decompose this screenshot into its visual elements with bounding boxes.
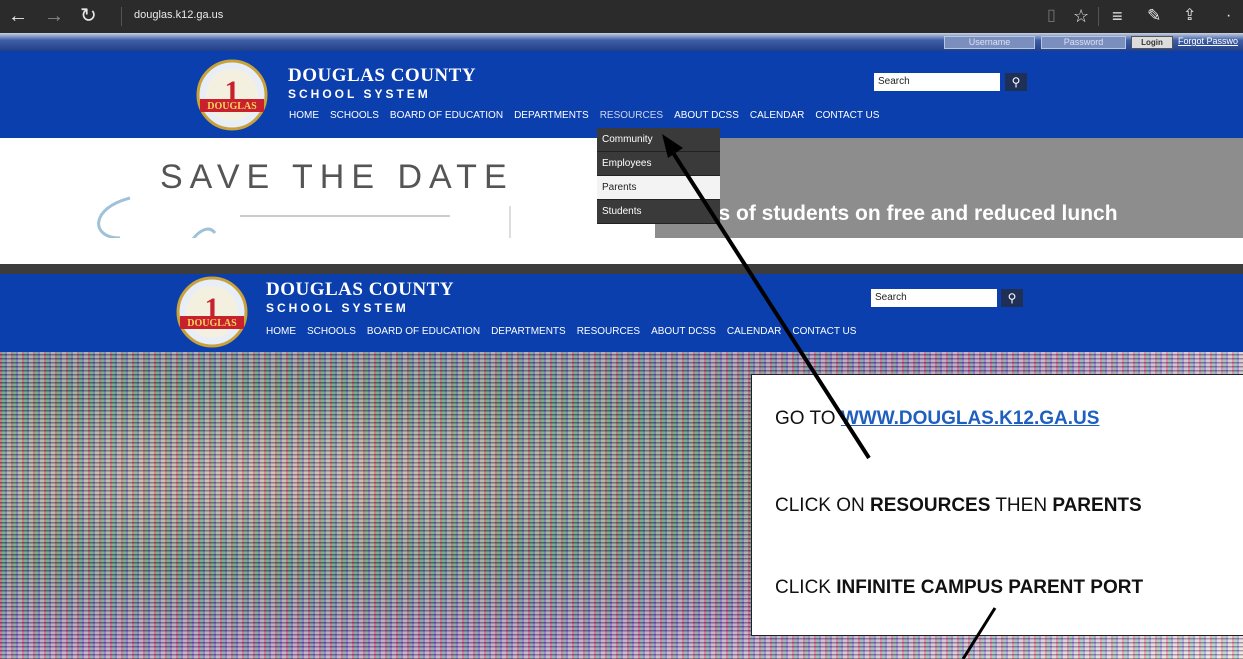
browser-toolbar: ← → ↻ douglas.k12.ga.us ▯ ☆ ≡ ✎ ⇪ ·	[0, 0, 1243, 33]
dropdown-item-students[interactable]: Students	[597, 200, 720, 224]
nav-home-2[interactable]: HOME	[266, 326, 296, 337]
district-logo[interactable]: 1 DOUGLAS	[196, 59, 268, 131]
search-icon[interactable]: ⚲	[1005, 73, 1027, 91]
logo-text: DOUGLAS	[207, 101, 257, 112]
login-button[interactable]: Login	[1131, 36, 1173, 49]
nav-resources-2[interactable]: RESOURCES	[577, 326, 640, 337]
nav-board-of-education-2[interactable]: BOARD OF EDUCATION	[367, 326, 480, 337]
nav-schools[interactable]: SCHOOLS	[330, 110, 379, 121]
district-logo-2[interactable]: 1 DOUGLAS	[176, 276, 248, 348]
logo-text-2: DOUGLAS	[187, 318, 237, 329]
instruction-step-3: CLICK INFINITE CAMPUS PARENT PORT	[775, 577, 1143, 599]
announcement-text: ents of students on free and reduced lun…	[687, 202, 1118, 225]
step-2-parents: PARENTS	[1052, 495, 1142, 516]
hub-icon[interactable]: ≡	[1112, 4, 1123, 28]
resources-dropdown: Community Employees Parents Students	[597, 128, 720, 224]
nav-departments-2[interactable]: DEPARTMENTS	[491, 326, 566, 337]
forward-arrow-icon[interactable]: →	[44, 4, 64, 28]
instructions-callout: GO TO WWW.DOUGLAS.K12.GA.US CLICK ON RES…	[751, 374, 1243, 636]
password-field[interactable]: Password	[1041, 36, 1126, 49]
step-3-prefix: CLICK	[775, 577, 837, 598]
step-2-then: THEN	[990, 495, 1053, 516]
hero-announcement-panel: ents of students on free and reduced lun…	[655, 138, 1243, 238]
step-2-prefix: CLICK ON	[775, 495, 871, 516]
brand-subtitle-2: SCHOOL SYSTEM	[266, 301, 409, 315]
nav-calendar-2[interactable]: CALENDAR	[727, 326, 781, 337]
refresh-icon[interactable]: ↻	[80, 4, 97, 28]
toolbar-separator	[1098, 7, 1099, 26]
step-2-resources: RESOURCES	[870, 495, 991, 516]
share-icon[interactable]: ⇪	[1183, 4, 1196, 28]
main-nav: HOME SCHOOLS BOARD OF EDUCATION DEPARTME…	[289, 110, 879, 121]
address-bar[interactable]: douglas.k12.ga.us	[134, 9, 223, 21]
site-header: 1 DOUGLAS DOUGLAS COUNTY SCHOOL SYSTEM H…	[0, 51, 1243, 138]
step-3-portal: INFINITE CAMPUS PARENT PORT	[836, 577, 1144, 598]
hero-save-the-date: SAVE THE DATE	[0, 138, 655, 238]
instruction-step-2: CLICK ON RESOURCES THEN PARENTS	[775, 495, 1142, 517]
second-screenshot-strip	[0, 264, 1243, 274]
instruction-step-1: GO TO WWW.DOUGLAS.K12.GA.US	[775, 408, 1099, 430]
nav-resources[interactable]: RESOURCES	[600, 110, 663, 121]
nav-departments[interactable]: DEPARTMENTS	[514, 110, 589, 121]
brand-title: DOUGLAS COUNTY	[288, 65, 477, 86]
login-strip: Username Password Login Forgot Passwo	[0, 33, 1243, 51]
search-icon-2[interactable]: ⚲	[1001, 289, 1023, 307]
nav-about-dcss-2[interactable]: ABOUT DCSS	[651, 326, 716, 337]
dropdown-item-parents[interactable]: Parents	[597, 176, 720, 200]
nav-about-dcss[interactable]: ABOUT DCSS	[674, 110, 739, 121]
search-input[interactable]: Search	[874, 73, 1000, 91]
site-header-2: 1 DOUGLAS DOUGLAS COUNTY SCHOOL SYSTEM H…	[0, 274, 1243, 352]
nav-contact-us-2[interactable]: CONTACT US	[792, 326, 856, 337]
step-1-prefix: GO TO	[775, 408, 841, 429]
nav-home[interactable]: HOME	[289, 110, 319, 121]
screenshot-gap	[0, 238, 1243, 264]
web-note-icon[interactable]: ✎	[1147, 4, 1161, 28]
address-separator	[121, 7, 122, 26]
favorite-star-icon[interactable]: ☆	[1073, 4, 1089, 28]
nav-board-of-education[interactable]: BOARD OF EDUCATION	[390, 110, 503, 121]
nav-contact-us[interactable]: CONTACT US	[815, 110, 879, 121]
reading-view-icon[interactable]: ▯	[1047, 4, 1056, 28]
nav-calendar[interactable]: CALENDAR	[750, 110, 804, 121]
brand-title-2: DOUGLAS COUNTY	[266, 279, 455, 300]
search-input-2[interactable]: Search	[871, 289, 997, 307]
dropdown-item-employees[interactable]: Employees	[597, 152, 720, 176]
username-field[interactable]: Username	[944, 36, 1035, 49]
dropdown-item-community[interactable]: Community	[597, 128, 720, 152]
brand-subtitle: SCHOOL SYSTEM	[288, 87, 431, 101]
district-website-link[interactable]: WWW.DOUGLAS.K12.GA.US	[841, 408, 1100, 429]
more-icon[interactable]: ·	[1226, 4, 1231, 28]
back-arrow-icon[interactable]: ←	[8, 4, 28, 28]
decorative-flourish	[97, 196, 511, 238]
forgot-password-link[interactable]: Forgot Passwo	[1178, 36, 1238, 46]
main-nav-2: HOME SCHOOLS BOARD OF EDUCATION DEPARTME…	[266, 326, 856, 337]
nav-schools-2[interactable]: SCHOOLS	[307, 326, 356, 337]
